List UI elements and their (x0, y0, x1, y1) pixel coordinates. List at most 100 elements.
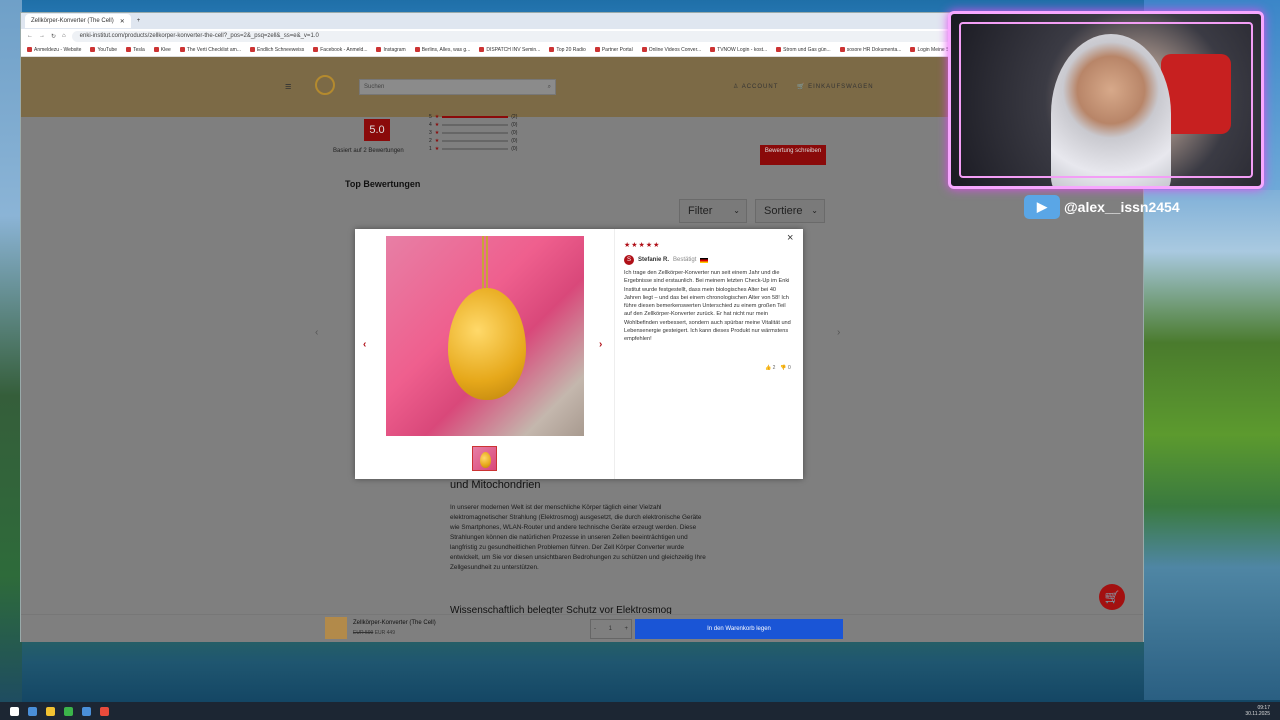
old-price: EUR 599 (353, 630, 374, 636)
bookmark-item[interactable]: Strom und Gas gün... (776, 47, 831, 53)
rating-row: 5 ★ (2) (429, 113, 539, 121)
bookmark-icon (179, 47, 185, 52)
star-icon: ★ (434, 130, 440, 136)
menu-icon[interactable]: ≡ (285, 81, 291, 93)
row-stars: 5 (429, 114, 432, 120)
address-bar[interactable]: enki-institut.com/products/zellkorper-ko… (71, 30, 952, 42)
chat-icon[interactable]: 🛒 (1099, 584, 1125, 610)
thumbs-up-button[interactable]: 👍 2 (765, 365, 775, 371)
bookmark-icon (910, 47, 916, 52)
sticky-prices: EUR 599 EUR 449 (353, 630, 395, 636)
thumbs-down-button[interactable]: 👎 0 (780, 365, 790, 371)
bookmark-item[interactable]: Tesla (126, 47, 145, 53)
star-icon: ★ (434, 146, 440, 152)
bookmark-icon (839, 47, 845, 52)
bookmark-icon (776, 47, 782, 52)
chevron-down-icon: ⌄ (733, 206, 740, 215)
rating-row: 1 ★ (0) (429, 145, 539, 153)
start-icon[interactable] (10, 706, 19, 716)
review-modal: ‹ › × ★★★★★ S Stefanie R. Bestätigt Ich … (355, 229, 803, 479)
search-input[interactable]: Suchen ⌕ (359, 79, 556, 95)
taskbar: 09:17 30.11.2025 (0, 702, 1280, 720)
back-icon[interactable]: ← (27, 33, 33, 39)
bookmark-item[interactable]: Facebook - Anmeld... (313, 47, 367, 53)
bookmark-item[interactable]: Berlins, Alles, was g... (414, 47, 470, 53)
new-tab-icon[interactable]: + (137, 18, 141, 24)
chrome-icon[interactable] (100, 706, 109, 716)
bookmark-item[interactable]: DISPATCH INV Semin... (479, 47, 540, 53)
bookmark-label: Klee (160, 46, 171, 53)
minus-icon[interactable]: - (594, 626, 596, 632)
author-name: Stefanie R. (638, 257, 670, 263)
prev-image-icon[interactable]: ‹ (363, 339, 366, 350)
home-icon[interactable]: ⌂ (62, 33, 66, 39)
clock-date: 30.11.2025 (1245, 711, 1270, 717)
bookmark-icon (479, 47, 485, 52)
system-clock[interactable]: 09:17 30.11.2025 (1245, 705, 1270, 717)
row-count: (0) (511, 122, 518, 128)
row-bar (442, 132, 509, 134)
row-stars: 4 (429, 122, 432, 128)
row-count: (0) (511, 130, 518, 136)
bookmark-item[interactable]: Top 20 Radio (549, 47, 586, 53)
explorer-icon[interactable] (46, 706, 55, 716)
row-count: (0) (511, 138, 518, 144)
review-thumbnail[interactable] (472, 446, 497, 471)
review-author: S Stefanie R. Bestätigt (624, 255, 709, 265)
bookmark-label: DISPATCH INV Semin... (486, 46, 541, 53)
bookmark-item[interactable]: Online Videos Conver... (641, 46, 702, 53)
account-link[interactable]: ♙ ACCOUNT (733, 83, 778, 90)
next-image-icon[interactable]: › (599, 339, 602, 350)
reload-icon[interactable]: ↻ (51, 33, 56, 40)
carousel-next-icon[interactable]: › (837, 327, 840, 338)
bookmark-item[interactable]: Partner Portal (594, 47, 633, 53)
bookmark-item[interactable]: The Verti Checklist am... (179, 47, 241, 53)
based-on-text: Basiert auf 2 Bewertungen (333, 148, 404, 154)
close-icon[interactable]: × (787, 232, 793, 244)
bookmark-item[interactable]: Endlich Schneeweiss (249, 46, 305, 53)
bookmark-label: Tesla (133, 46, 145, 53)
search-icon[interactable] (28, 706, 37, 716)
bookmark-icon (249, 47, 255, 52)
write-review-button[interactable]: Bewertung schreiben (760, 145, 826, 165)
sort-select[interactable]: Sortiere ⌄ (755, 199, 825, 223)
bookmark-item[interactable]: TVNOW Login - kost... (710, 47, 767, 53)
bookmark-item[interactable]: YouTube (90, 47, 117, 53)
section-paragraph: In unserer modernen Welt ist der menschl… (450, 504, 706, 571)
bookmark-icon (414, 47, 420, 52)
bookmark-icon (376, 47, 382, 52)
bookmark-label: Instagram (383, 46, 406, 53)
bookmark-label: YouTube (97, 46, 118, 53)
account-label: ACCOUNT (741, 84, 779, 90)
bookmark-label: Strom und Gas gün... (783, 46, 831, 53)
bookmark-item[interactable]: Instagram (376, 46, 406, 53)
search-icon[interactable]: ⌕ (548, 80, 551, 94)
bookmark-item[interactable]: sosore HR Dokumenta... (839, 47, 901, 53)
add-to-cart-button[interactable]: In den Warenkorb legen (635, 619, 843, 639)
forward-icon[interactable]: → (39, 33, 45, 39)
cart-label: EINKAUFSWAGEN (808, 84, 874, 90)
whatsapp-icon[interactable] (64, 706, 73, 716)
bookmark-label: Endlich Schneeweiss (256, 46, 305, 53)
bookmark-item[interactable]: Anmeldezu - Website (27, 47, 81, 53)
quantity-stepper[interactable]: - 1 + (590, 619, 632, 639)
edge-icon[interactable] (82, 706, 91, 716)
filter-select[interactable]: Filter ⌄ (679, 199, 747, 223)
quantity-value: 1 (608, 626, 612, 632)
star-icon: ★ (434, 122, 440, 128)
bookmark-label: TVNOW Login - kost... (717, 46, 768, 53)
bookmark-label: Online Videos Conver... (648, 46, 702, 53)
bookmark-item[interactable]: Klee (153, 46, 171, 53)
row-count: (0) (511, 146, 518, 152)
price: EUR 449 (374, 630, 395, 636)
stream-handle-badge: ▶ @alex__issn2454 (1024, 195, 1180, 219)
browser-tab[interactable]: Zellkörper-Konverter (The Cell) ✕ (25, 14, 131, 28)
logo-icon[interactable] (315, 75, 335, 95)
review-photo[interactable] (386, 236, 584, 436)
close-tab-icon[interactable]: ✕ (120, 18, 125, 25)
webcam-frame (959, 22, 1253, 178)
carousel-prev-icon[interactable]: ‹ (315, 327, 318, 338)
cart-link[interactable]: 🛒 EINKAUFSWAGEN (797, 83, 874, 90)
plus-icon[interactable]: + (624, 626, 628, 632)
desktop-wallpaper-right (1144, 190, 1280, 700)
